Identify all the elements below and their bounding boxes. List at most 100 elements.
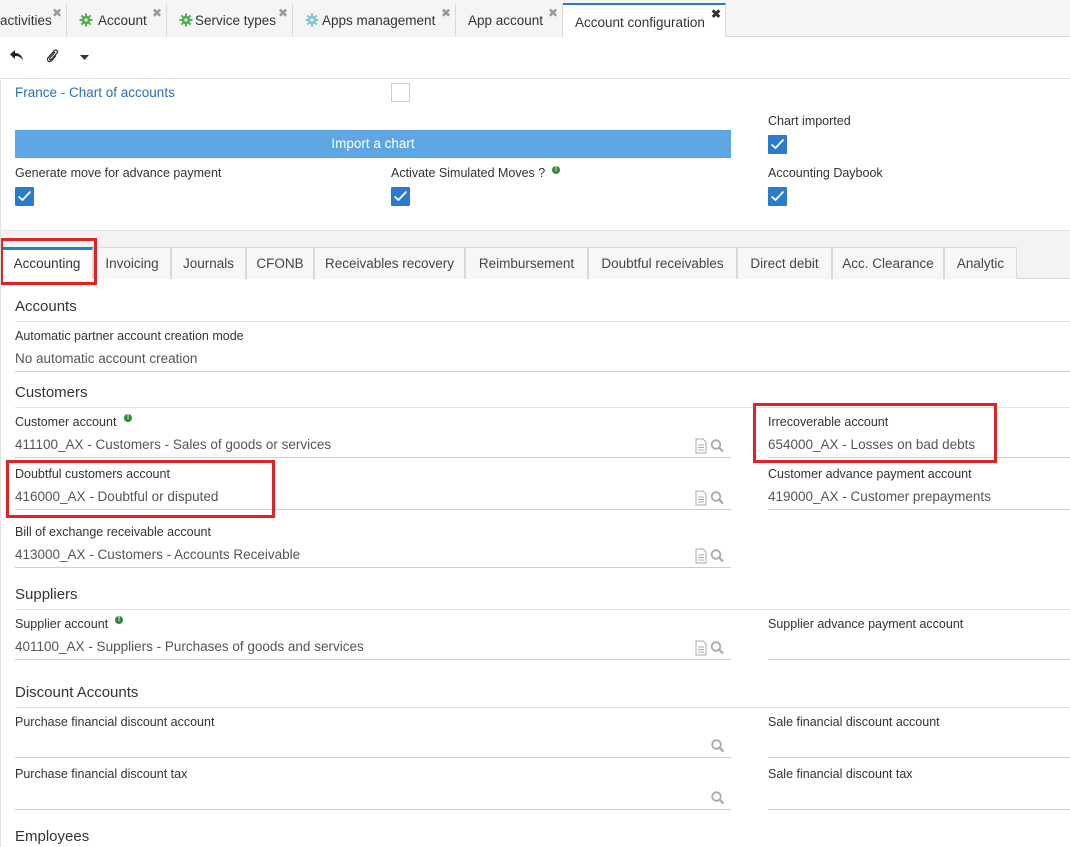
divider	[15, 707, 1070, 708]
highlight-accounting-tab	[0, 238, 97, 285]
advance-payment-label: Generate move for advance payment	[15, 166, 222, 180]
supplier-advance-underline	[768, 659, 1070, 660]
customer-account-underline	[15, 457, 731, 458]
daybook-label: Accounting Daybook	[768, 166, 883, 180]
supplier-account-underline	[15, 659, 731, 660]
divider	[15, 321, 1070, 322]
tab-label: Acc. Clearance	[842, 256, 934, 271]
daybook-checkbox[interactable]	[768, 187, 787, 206]
supplier-account-field[interactable]: 401100_AX - Suppliers - Purchases of goo…	[15, 639, 364, 654]
suppliers-heading: Suppliers	[15, 586, 78, 603]
chart-imported-label: Chart imported	[768, 114, 851, 128]
simulated-moves-checkbox[interactable]	[391, 187, 410, 206]
tab-app-account[interactable]: App account ✖	[456, 4, 563, 37]
close-icon[interactable]: ✖	[152, 7, 162, 19]
bill-of-exchange-label: Bill of exchange receivable account	[15, 525, 211, 539]
search-icon[interactable]	[711, 739, 725, 753]
undo-icon[interactable]	[9, 49, 25, 63]
info-icon[interactable]: !	[552, 166, 560, 174]
tab-analytic[interactable]: Analytic	[944, 247, 1017, 279]
paperclip-icon[interactable]	[45, 48, 59, 64]
field-actions	[695, 490, 724, 506]
tab-activities[interactable]: activities ✖	[0, 4, 67, 37]
check-icon	[17, 190, 32, 202]
tab-cfonb[interactable]: CFONB	[246, 247, 314, 279]
gear-icon	[305, 13, 319, 27]
purchase-discount-label: Purchase financial discount account	[15, 715, 215, 729]
info-icon[interactable]: !	[115, 616, 123, 624]
tab-reimbursement[interactable]: Reimbursement	[465, 247, 588, 279]
caret-down-icon[interactable]	[80, 55, 89, 61]
customer-advance-underline	[768, 509, 1070, 510]
tab-label: CFONB	[256, 256, 304, 271]
tab-label: Analytic	[956, 256, 1005, 271]
sale-discount-tax-label: Sale financial discount tax	[768, 767, 913, 781]
sale-discount-label: Sale financial discount account	[768, 715, 940, 729]
bill-of-exchange-field[interactable]: 413000_AX - Customers - Accounts Receiva…	[15, 547, 300, 562]
check-icon	[770, 138, 785, 150]
search-icon	[710, 439, 724, 453]
auto-mode-underline	[15, 371, 1070, 372]
search-icon	[710, 549, 724, 563]
tab-label: Journals	[182, 256, 235, 271]
purchase-discount-tax-underline[interactable]	[15, 809, 731, 810]
tab-label: Direct debit	[750, 256, 819, 271]
divider	[15, 609, 1070, 610]
discount-heading: Discount Accounts	[15, 684, 139, 701]
tab-acc-clearance[interactable]: Acc. Clearance	[832, 247, 944, 279]
sale-discount-underline[interactable]	[768, 757, 1070, 758]
sale-discount-tax-underline[interactable]	[768, 809, 1070, 810]
document-icon	[695, 490, 707, 506]
advance-payment-checkbox[interactable]	[15, 187, 34, 206]
close-icon[interactable]: ✖	[711, 8, 721, 20]
tab-bar: activities ✖ Account ✖ Service types ✖ A…	[0, 0, 1070, 37]
tab-direct-debit[interactable]: Direct debit	[737, 247, 832, 279]
tab-receivables-recovery[interactable]: Receivables recovery	[314, 247, 465, 279]
employees-heading: Employees	[15, 828, 90, 845]
tab-label: Account	[98, 13, 147, 28]
tab-apps-management[interactable]: Apps management ✖	[293, 4, 456, 37]
info-icon[interactable]: !	[124, 414, 132, 422]
tab-invoicing[interactable]: Invoicing	[93, 247, 171, 279]
close-icon[interactable]: ✖	[278, 7, 288, 19]
chart-of-accounts-link[interactable]: France - Chart of accounts	[15, 85, 175, 100]
customer-advance-label: Customer advance payment account	[768, 467, 972, 481]
import-chart-label: Import a chart	[331, 136, 415, 151]
tab-service-types[interactable]: Service types ✖	[167, 4, 293, 37]
document-icon	[695, 640, 707, 656]
simulated-moves-label: Activate Simulated Moves ?	[391, 166, 546, 180]
supplier-account-label: Supplier account	[15, 617, 109, 631]
auto-mode-select[interactable]: No automatic account creation	[15, 351, 197, 366]
purchase-discount-tax-label: Purchase financial discount tax	[15, 767, 188, 781]
tab-label: Account configuration	[575, 15, 705, 30]
close-icon[interactable]: ✖	[52, 7, 62, 19]
tab-account[interactable]: Account ✖	[67, 4, 167, 37]
section-gap	[0, 231, 1070, 247]
field-actions	[695, 640, 724, 656]
tab-label: Service types	[195, 13, 277, 28]
gear-icon	[179, 13, 193, 27]
tab-label: App account	[468, 13, 544, 28]
auto-mode-label: Automatic partner account creation mode	[15, 329, 244, 343]
customer-account-label: Customer account	[15, 415, 117, 429]
document-icon	[695, 548, 707, 564]
highlight-irrecoverable	[753, 403, 997, 463]
header-panel: France - Chart of accounts Chart importe…	[0, 80, 1070, 231]
tab-account-configuration[interactable]: Account configuration ✖	[563, 3, 726, 37]
customer-advance-field[interactable]: 419000_AX - Customer prepayments	[768, 489, 991, 504]
check-icon	[770, 190, 785, 202]
close-icon[interactable]: ✖	[441, 7, 451, 19]
chart-select-checkbox[interactable]	[391, 83, 410, 102]
search-icon	[710, 641, 724, 655]
field-actions	[695, 548, 724, 564]
import-chart-button[interactable]: Import a chart	[15, 130, 731, 158]
tab-label: Invoicing	[105, 256, 159, 271]
search-icon[interactable]	[711, 791, 725, 805]
close-icon[interactable]: ✖	[548, 7, 558, 19]
customer-account-field[interactable]: 411100_AX - Customers - Sales of goods o…	[15, 437, 331, 452]
tab-doubtful-receivables[interactable]: Doubtful receivables	[588, 247, 737, 279]
chart-imported-checkbox[interactable]	[768, 135, 787, 154]
tab-label: Doubtful receivables	[601, 256, 724, 271]
tab-journals[interactable]: Journals	[171, 247, 246, 279]
purchase-discount-underline[interactable]	[15, 757, 731, 758]
